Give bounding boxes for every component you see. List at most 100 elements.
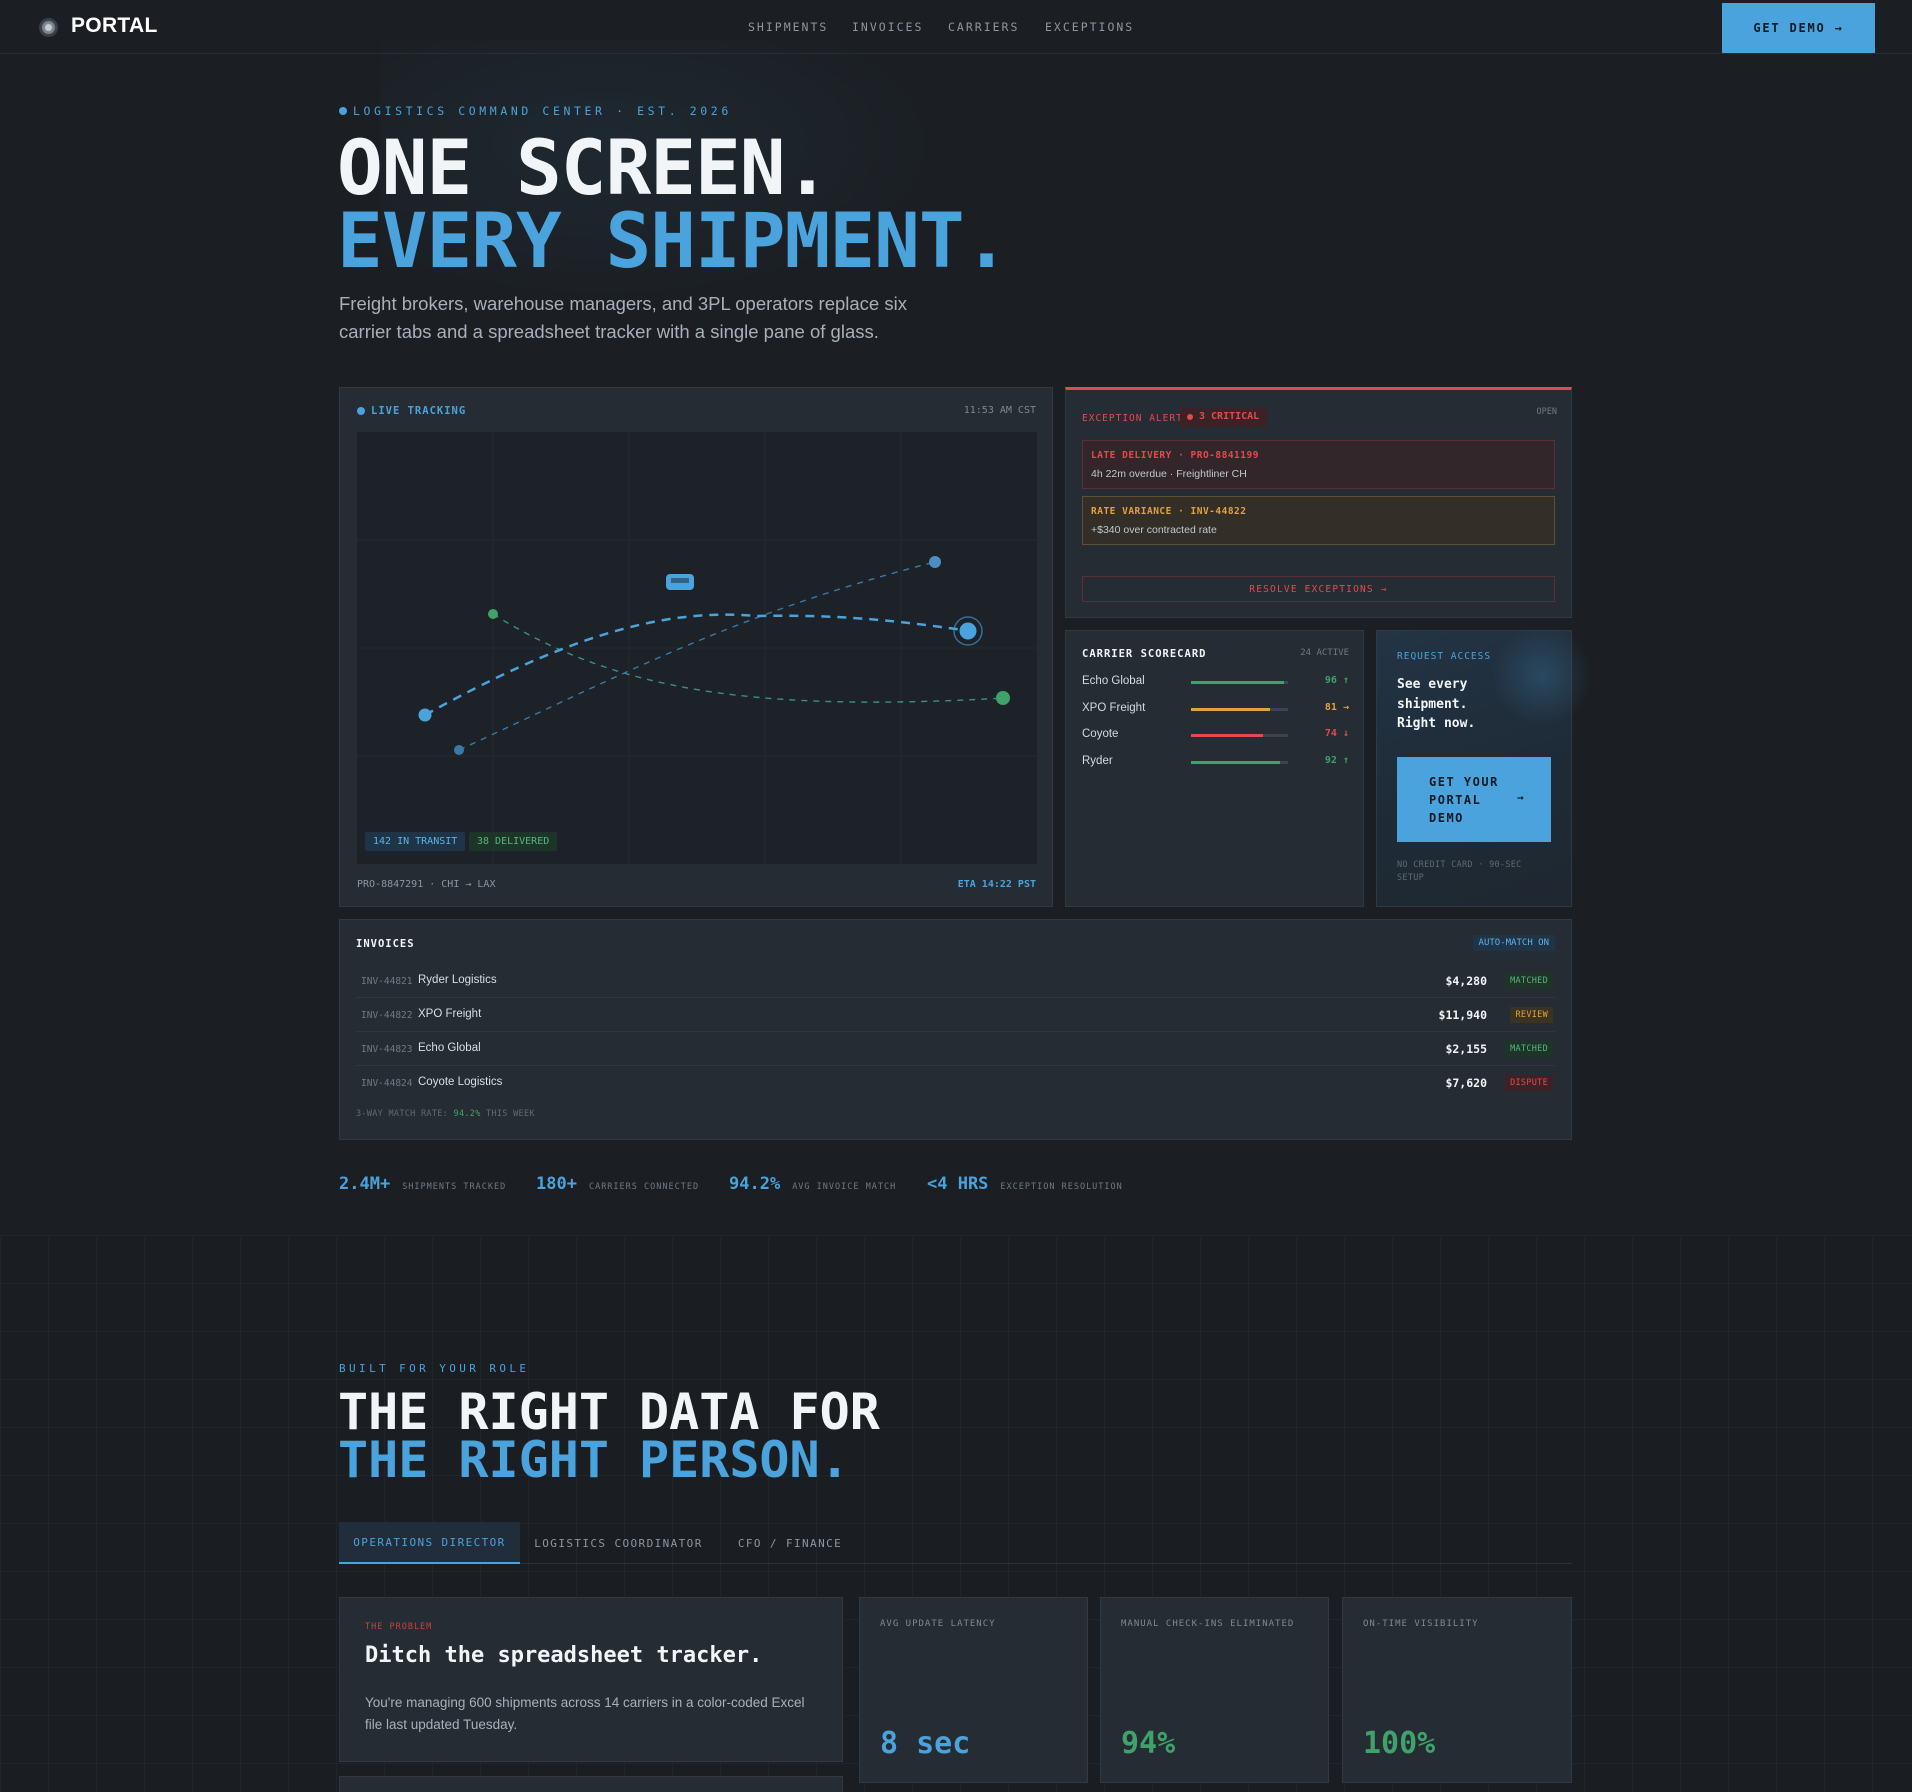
live-tracking-label: LIVE TRACKING (357, 405, 466, 417)
carrier-row[interactable]: Coyote 74 ↓ (1082, 728, 1349, 742)
invoice-id: INV-44821 (361, 976, 413, 987)
problem-body: You're managing 600 shipments across 14 … (365, 1695, 805, 1732)
status-dot-icon (339, 107, 347, 115)
tab-cfo-finance[interactable]: CFO / FINANCE (717, 1522, 863, 1564)
truck-icon (666, 574, 694, 590)
carrier-score-bar (1191, 761, 1288, 764)
kpi-label: AVG UPDATE LATENCY (880, 1619, 996, 1629)
alert-rate-variance-title: RATE VARIANCE · INV-44822 (1091, 506, 1247, 517)
critical-count: 3 CRITICAL (1199, 411, 1260, 422)
problem-card: THE PROBLEM Ditch the spreadsheet tracke… (339, 1597, 843, 1762)
critical-badge: 3 CRITICAL (1180, 408, 1268, 427)
carrier-row[interactable]: Echo Global 96 ↑ (1082, 675, 1349, 689)
invoice-row[interactable]: INV-44824 Coyote Logistics $7,620 DISPUT… (356, 1066, 1555, 1100)
request-heading: See every shipment. Right now. (1397, 675, 1475, 734)
carrier-score-fill (1191, 734, 1263, 737)
carrier-score-fill (1191, 681, 1285, 684)
stat-invoice-match: 94.2% AVG INVOICE MATCH (729, 1174, 896, 1194)
roles-title-line1: THE RIGHT DATA FOR (338, 1383, 880, 1441)
map-node-small (454, 745, 464, 755)
alert-rate-variance[interactable]: RATE VARIANCE · INV-44822 +$340 over con… (1082, 496, 1555, 545)
nav-link-invoices[interactable]: INVOICES (852, 20, 923, 34)
map-node-dest-blue (929, 556, 941, 568)
request-access-panel: REQUEST ACCESS See every shipment. Right… (1376, 621, 1597, 907)
role-tabs: OPERATIONS DIRECTOR LOGISTICS COORDINATO… (339, 1522, 1572, 1564)
tab-logistics-coordinator[interactable]: LOGISTICS COORDINATOR (520, 1522, 717, 1564)
kpi-value: 100% (1363, 1726, 1436, 1761)
hero-title-line1: ONE SCREEN. (337, 123, 830, 212)
auto-match-badge[interactable]: AUTO-MATCH ON (1472, 935, 1555, 951)
stat-shipments: 2.4M+ SHIPMENTS TRACKED (339, 1174, 506, 1194)
problem-kicker: THE PROBLEM (365, 1622, 433, 1632)
roles-eyebrow: BUILT FOR YOUR ROLE (339, 1362, 530, 1375)
invoice-row[interactable]: INV-44821 Ryder Logistics $4,280 MATCHED (356, 964, 1555, 998)
portal-logo-icon[interactable] (39, 18, 58, 37)
kpi-label: MANUAL CHECK-INS ELIMINATED (1121, 1619, 1295, 1629)
hero-title-line2: EVERY SHIPMENT. (337, 196, 1009, 285)
problem-title: Ditch the spreadsheet tracker. (365, 1643, 763, 1668)
match-rate-prefix: 3-WAY MATCH RATE: (356, 1109, 449, 1119)
invoice-id: INV-44823 (361, 1044, 413, 1055)
tab-operations-director[interactable]: OPERATIONS DIRECTOR (339, 1522, 520, 1564)
route-primary (424, 613, 972, 717)
invoice-id: INV-44824 (361, 1078, 413, 1089)
request-access-label: REQUEST ACCESS (1397, 651, 1492, 662)
carrier-active-count: 24 ACTIVE (1300, 648, 1349, 658)
invoice-amount: $7,620 (1445, 1076, 1487, 1090)
invoice-carrier: XPO Freight (418, 1008, 482, 1020)
nav-link-exceptions[interactable]: EXCEPTIONS (1045, 20, 1134, 34)
cta-line: DEMO (1429, 811, 1464, 825)
alert-late-delivery-title: LATE DELIVERY · PRO-8841199 (1091, 450, 1259, 461)
invoice-amount: $4,280 (1445, 974, 1487, 988)
critical-dot-icon (1187, 414, 1193, 420)
invoice-status-badge: REVIEW (1510, 1007, 1553, 1023)
invoice-row[interactable]: INV-44823 Echo Global $2,155 MATCHED (356, 1032, 1555, 1066)
route-secondary-2 (458, 561, 936, 751)
alert-late-delivery-detail: 4h 22m overdue · Freightliner CH (1091, 468, 1247, 480)
carrier-score-bar (1191, 734, 1288, 737)
carrier-row[interactable]: XPO Freight 81 → (1082, 702, 1349, 716)
route-map[interactable]: 142 IN TRANSIT 38 DELIVERED (357, 432, 1037, 864)
invoices-panel: INVOICES AUTO-MATCH ON INV-44821 Ryder L… (339, 919, 1572, 1140)
carrier-score: 96 ↑ (1324, 675, 1349, 686)
route-secondary-1 (492, 613, 1006, 703)
carrier-score-bar (1191, 681, 1288, 684)
get-demo-button[interactable]: GET DEMO → (1722, 3, 1875, 53)
roles-title-line2: THE RIGHT PERSON. (338, 1431, 850, 1489)
shipment-id: PRO-8847291 · CHI → LAX (357, 879, 496, 890)
cta-line: GET YOUR (1429, 775, 1499, 789)
map-node-lax (959, 622, 977, 640)
live-tracking-text: LIVE TRACKING (371, 405, 467, 417)
brand-name[interactable]: PORTAL (71, 14, 158, 38)
kpi-card-checkins: MANUAL CHECK-INS ELIMINATED 94% (1100, 1597, 1329, 1783)
invoice-row[interactable]: INV-44822 XPO Freight $11,940 REVIEW (356, 998, 1555, 1032)
stat-label: SHIPMENTS TRACKED (402, 1182, 507, 1192)
stat-value: 94.2% (729, 1174, 781, 1194)
invoice-amount: $2,155 (1445, 1042, 1487, 1056)
stat-label: AVG INVOICE MATCH (792, 1182, 897, 1192)
map-node-origin-chi (418, 708, 432, 722)
alert-rate-variance-detail: +$340 over contracted rate (1091, 524, 1217, 536)
stat-label: EXCEPTION RESOLUTION (1000, 1182, 1123, 1192)
resolve-exceptions-button[interactable]: RESOLVE EXCEPTIONS → (1082, 576, 1555, 602)
nav-link-carriers[interactable]: CARRIERS (948, 20, 1019, 34)
get-portal-demo-button[interactable]: GET YOUR PORTAL DEMO → (1397, 757, 1551, 842)
route-map-svg (357, 432, 1037, 864)
carrier-score: 92 ↑ (1324, 755, 1349, 766)
invoice-carrier: Coyote Logistics (418, 1076, 503, 1088)
alert-late-delivery[interactable]: LATE DELIVERY · PRO-8841199 4h 22m overd… (1082, 440, 1555, 489)
carrier-score-fill (1191, 708, 1270, 711)
request-heading-line: shipment. (1397, 696, 1468, 712)
cta-line: PORTAL (1429, 793, 1482, 807)
nav-link-shipments[interactable]: SHIPMENTS (748, 20, 828, 34)
next-card (339, 1776, 843, 1792)
request-heading-line: See every (1397, 677, 1468, 692)
map-node-origin-green (488, 609, 498, 619)
carrier-row[interactable]: Ryder 92 ↑ (1082, 755, 1349, 769)
in-transit-badge: 142 IN TRANSIT (365, 832, 466, 851)
hero-eyebrow: LOGISTICS COMMAND CENTER · EST. 2026 (339, 104, 732, 118)
carrier-name: XPO Freight (1082, 702, 1146, 714)
invoice-status-badge: MATCHED (1505, 973, 1553, 989)
stat-label: CARRIERS CONNECTED (588, 1182, 700, 1192)
stat-value: 180+ (536, 1174, 577, 1194)
